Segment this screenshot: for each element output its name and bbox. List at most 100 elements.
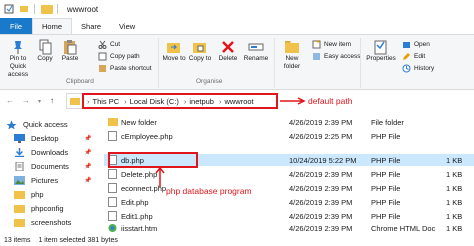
- paste-shortcut-button[interactable]: Paste shortcut: [98, 64, 152, 73]
- nav-item-label: Desktop: [31, 134, 59, 143]
- download-icon: [15, 148, 24, 157]
- open-icon: [403, 42, 410, 48]
- nav-screenshots[interactable]: screenshots: [14, 216, 71, 229]
- copy-label: Copy: [37, 55, 53, 62]
- nav-downloads[interactable]: Downloads: [14, 146, 68, 159]
- desktop-icon: [14, 134, 25, 143]
- tab-home[interactable]: Home: [32, 18, 73, 34]
- table-row[interactable]: Edit.php 4/26/2019 2:39 PM PHP File 1 KB: [104, 196, 474, 208]
- breadcrumb-inetpub[interactable]: inetpub: [189, 97, 214, 106]
- back-arrow-icon[interactable]: ←: [6, 96, 14, 105]
- nav-pictures[interactable]: Pictures: [14, 174, 58, 187]
- rename-button[interactable]: Rename: [242, 39, 270, 63]
- file-size: 1 KB: [446, 183, 463, 193]
- pin-to-quick-access-button[interactable]: Pin to Quick access: [4, 39, 32, 79]
- table-row[interactable]: Edit1.php 4/26/2019 2:39 PM PHP File 1 K…: [104, 210, 474, 222]
- organise-group-label: Organise: [196, 78, 223, 85]
- copy-path-button[interactable]: Copy path: [98, 52, 140, 61]
- default-path-annotation: default path: [308, 96, 353, 106]
- properties-icon: [374, 40, 387, 55]
- breadcrumb-separator-icon: ›: [183, 96, 187, 106]
- table-row[interactable]: New folder 4/26/2019 2:39 PM File folder: [104, 116, 474, 128]
- open-button[interactable]: Open: [402, 40, 430, 49]
- copy-to-button[interactable]: Copy to: [188, 39, 212, 63]
- delete-label: Delete: [218, 55, 238, 62]
- breadcrumb-wwwroot[interactable]: wwwroot: [224, 97, 253, 106]
- copy-button[interactable]: Copy: [34, 39, 56, 63]
- paste-button[interactable]: Paste: [58, 39, 82, 63]
- php-file-icon: [108, 197, 117, 207]
- copy-path-icon: [98, 52, 107, 61]
- rename-label: Rename: [243, 55, 269, 62]
- nav-item-label: Pictures: [31, 176, 59, 185]
- annotation-arrow-icon: [280, 97, 306, 105]
- edit-button[interactable]: Edit: [402, 52, 425, 61]
- history-icon: [402, 64, 411, 73]
- tab-view[interactable]: View: [110, 18, 144, 34]
- new-item-button[interactable]: New item: [312, 40, 351, 49]
- nav-documents[interactable]: Documents: [14, 160, 69, 173]
- breadcrumb-separator-icon: ›: [87, 96, 90, 106]
- breadcrumb-local-disk[interactable]: Local Disk (C:): [130, 97, 179, 106]
- nav-quick-access[interactable]: Quick access: [6, 118, 68, 131]
- php-file-icon: [108, 169, 117, 179]
- edit-label: Edit: [414, 53, 426, 60]
- selection-info: 1 item selected 381 bytes: [38, 236, 118, 244]
- history-label: History: [414, 65, 435, 72]
- folder-icon: [14, 219, 25, 227]
- paste-shortcut-label: Paste shortcut: [110, 65, 152, 72]
- quick-access-toolbar-icon[interactable]: [18, 3, 30, 15]
- divider: [158, 38, 159, 88]
- file-size: 1 KB: [446, 223, 463, 233]
- recent-locations-chevron-icon[interactable]: ▾: [38, 98, 41, 105]
- open-label: Open: [414, 41, 430, 48]
- properties-button[interactable]: Properties: [364, 39, 398, 63]
- tab-file[interactable]: File: [0, 18, 32, 34]
- nav-php[interactable]: php: [14, 188, 44, 201]
- php-file-icon: [108, 131, 117, 141]
- cut-button[interactable]: Cut: [98, 40, 120, 49]
- divider: [274, 38, 275, 88]
- rename-icon: [248, 43, 264, 51]
- forward-arrow-icon[interactable]: →: [22, 96, 30, 105]
- table-row[interactable]: iisstart.htm 4/26/2019 2:39 PM Chrome HT…: [104, 222, 474, 234]
- file-type: PHP File: [371, 169, 401, 179]
- history-button[interactable]: History: [402, 64, 434, 73]
- file-type: PHP File: [371, 211, 401, 221]
- file-name: iisstart.htm: [121, 223, 158, 233]
- up-arrow-icon[interactable]: ↑: [50, 96, 54, 105]
- properties-quick-icon[interactable]: [3, 3, 15, 15]
- delete-button[interactable]: Delete: [216, 39, 240, 63]
- nav-desktop[interactable]: Desktop: [14, 132, 59, 145]
- nav-item-label: Quick access: [23, 120, 68, 129]
- easy-access-button[interactable]: Easy access: [312, 52, 361, 61]
- breadcrumb-this-pc[interactable]: This PC: [93, 97, 120, 106]
- tab-share[interactable]: Share: [72, 18, 110, 34]
- file-date: 4/26/2019 2:39 PM: [289, 169, 353, 179]
- divider: [34, 4, 35, 14]
- file-type: File folder: [371, 117, 404, 127]
- pin-icon: 📌: [84, 178, 92, 184]
- copy-to-icon: [193, 43, 206, 53]
- php-file-icon: [108, 211, 117, 221]
- delete-x-icon: [222, 41, 234, 53]
- copy-icon: [39, 39, 52, 55]
- address-breadcrumb[interactable]: › This PC › Local Disk (C:) › inetpub › …: [82, 93, 278, 109]
- folder-icon: [41, 4, 53, 14]
- new-folder-button[interactable]: New folder: [278, 39, 306, 71]
- nav-phpconfig[interactable]: phpconfig: [14, 202, 64, 215]
- cut-label: Cut: [110, 41, 121, 48]
- nav-item-label: Documents: [31, 162, 69, 171]
- move-to-button[interactable]: Move to: [162, 39, 186, 63]
- document-icon: [15, 162, 24, 171]
- navigation-pane: Quick access Desktop 📌 Downloads 📌 Docum…: [0, 112, 100, 234]
- php-file-icon: [108, 183, 117, 193]
- folder-icon: [108, 117, 118, 127]
- file-date: 4/26/2019 2:39 PM: [289, 211, 353, 221]
- file-date: 10/24/2019 5:22 PM: [289, 155, 357, 165]
- table-row[interactable]: cEmployee.php 4/26/2019 2:25 PM PHP File: [104, 130, 474, 142]
- folder-icon: [14, 191, 25, 199]
- file-size: 1 KB: [446, 155, 463, 165]
- scissors-icon: [98, 40, 107, 49]
- nav-item-label: php: [31, 190, 44, 199]
